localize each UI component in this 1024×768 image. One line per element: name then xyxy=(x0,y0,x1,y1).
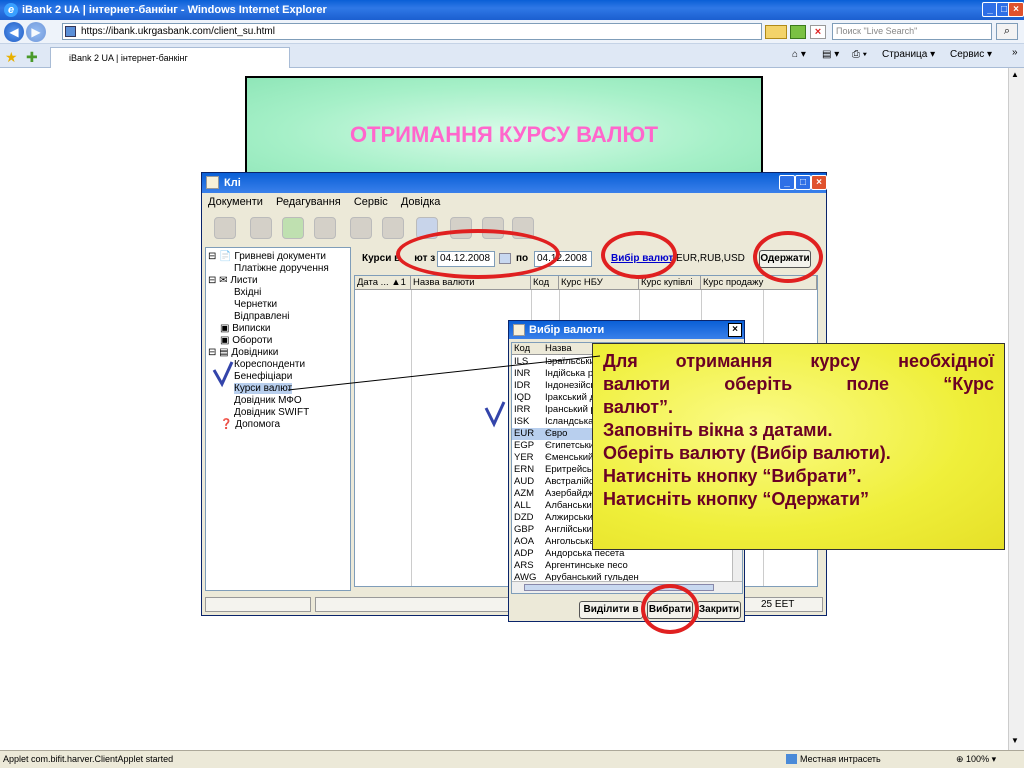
menu-edit[interactable]: Редагування xyxy=(276,196,341,208)
tree-item-exchange-rates[interactable]: Курси валют xyxy=(234,383,293,394)
close-button[interactable]: × xyxy=(1008,2,1024,17)
page-icon xyxy=(65,26,76,37)
app-minimize-button[interactable]: _ xyxy=(779,175,795,190)
tree-item-payment-order[interactable]: Платіжне доручення xyxy=(234,263,329,274)
highlight-ring-dates xyxy=(396,229,560,279)
page-menu[interactable]: Страница ▾ xyxy=(882,49,935,60)
tab-ibank[interactable]: iBank 2 UA | інтернет-банкінг xyxy=(50,47,290,68)
selected-currencies: EUR,RUB,USD xyxy=(676,253,745,264)
highlight-ring-choose-currency xyxy=(601,231,677,279)
zoom-control[interactable]: ⊕ 100% ▾ xyxy=(956,751,996,767)
search-icon[interactable]: ⌕ xyxy=(996,23,1018,40)
service-menu[interactable]: Сервис ▾ xyxy=(950,49,992,60)
list-item[interactable]: ARS Аргентинське песо xyxy=(512,560,732,572)
add-favorite-icon[interactable]: ✚ xyxy=(26,49,38,66)
dialog-close-icon[interactable]: × xyxy=(728,323,742,337)
callout-line: Заповніть вікна з датами. xyxy=(603,420,833,440)
tree-item-letters[interactable]: ⊟ ✉ Листи xyxy=(208,275,258,286)
callout-line: Для отримання курсу необхідної xyxy=(603,351,994,371)
tree-item-swift[interactable]: Довідник SWIFT xyxy=(234,407,309,418)
lock-icon[interactable] xyxy=(765,25,787,39)
search-input[interactable]: Поиск "Live Search" xyxy=(832,23,992,40)
tree-item-directories[interactable]: ⊟ ▤ Довідники xyxy=(208,347,278,358)
tree-item-sent[interactable]: Відправлені xyxy=(234,311,290,322)
home-icon[interactable]: ⌂ ▾ xyxy=(792,49,806,60)
java-icon xyxy=(206,176,219,189)
sign-icon[interactable] xyxy=(350,217,372,239)
new-doc-icon[interactable] xyxy=(250,217,272,239)
status-time: 25 EET xyxy=(761,599,795,610)
ie-logo-icon: e xyxy=(4,3,18,17)
callout-line: валюти оберіть поле “Курс xyxy=(603,374,994,394)
highlight-ring-get-button xyxy=(753,231,823,283)
list-hscroll[interactable] xyxy=(512,581,742,593)
tree-item-drafts[interactable]: Чернетки xyxy=(234,299,277,310)
col-header-nbu[interactable]: Курс НБУ xyxy=(559,276,639,290)
favorites-star-icon[interactable]: ★ xyxy=(5,49,18,66)
close-button[interactable]: Закрити xyxy=(697,601,741,619)
tree-item-statements[interactable]: ▣ Виписки xyxy=(220,323,270,334)
address-toolbar: ◀ ▶ https://ibank.ukrgasbank.com/client_… xyxy=(0,20,1024,44)
intranet-icon xyxy=(786,754,797,764)
menu-documents[interactable]: Документи xyxy=(208,196,263,208)
address-bar[interactable]: https://ibank.ukrgasbank.com/client_su.h… xyxy=(62,23,762,40)
navigation-tree: ⊟ 📄 Гривневі документи Платіжне дорученн… xyxy=(205,247,351,591)
tree-item-hryvnia-docs[interactable]: ⊟ 📄 Гривневі документи xyxy=(208,251,326,262)
java-icon xyxy=(513,324,525,336)
callout-line: Оберіть валюту (Вибір валюти). xyxy=(603,443,891,463)
app-title-bar: Клі _ □ × xyxy=(202,173,827,193)
copy-icon[interactable] xyxy=(382,217,404,239)
dialog-title-bar: Вибір валюти × xyxy=(509,321,744,339)
vertical-scrollbar[interactable]: ▲ ▼ xyxy=(1008,68,1024,750)
status-cell xyxy=(205,597,311,612)
browser-title-bar: e iBank 2 UA | інтернет-банкінг - Window… xyxy=(0,0,1024,20)
tree-item-help[interactable]: ❓ Допомога xyxy=(220,419,280,430)
callout-line: валют”. xyxy=(603,397,674,417)
scroll-down-icon[interactable]: ▼ xyxy=(1011,736,1019,745)
zone-label: Местная интрасеть xyxy=(800,754,881,764)
tree-item-turnovers[interactable]: ▣ Обороти xyxy=(220,335,272,346)
callout-line: Натисніть кнопку “Вибрати”. xyxy=(603,466,862,486)
app-maximize-button[interactable]: □ xyxy=(795,175,811,190)
browser-title: iBank 2 UA | інтернет-банкінг - Windows … xyxy=(22,4,327,16)
scroll-up-icon[interactable]: ▲ xyxy=(1011,70,1019,79)
feeds-icon[interactable]: ▤ ▾ xyxy=(822,49,839,60)
delete-icon[interactable] xyxy=(314,217,336,239)
slide-title: ОТРИМАННЯ КУРСУ ВАЛЮТ xyxy=(349,122,659,147)
menu-help[interactable]: Довідка xyxy=(401,196,441,208)
refresh-doc-icon[interactable] xyxy=(282,217,304,239)
back-icon[interactable]: ◀ xyxy=(4,22,24,42)
tree-item-beneficiaries[interactable]: Бенефіціари xyxy=(234,371,292,382)
instruction-callout: Для отримання курсу необхідної валюти об… xyxy=(592,343,1005,550)
edit-icon[interactable] xyxy=(214,217,236,239)
status-text: Applet com.bifit.harver.ClientApplet sta… xyxy=(3,754,174,764)
forward-icon[interactable]: ▶ xyxy=(26,22,46,42)
tab-bar: ★ ✚ iBank 2 UA | інтернет-банкінг ⌂ ▾ ▤ … xyxy=(0,44,1024,68)
col-divider xyxy=(411,290,412,586)
highlight-ring-choose-button xyxy=(641,584,699,634)
col-header-date[interactable]: Дата ... ▲1 xyxy=(355,276,411,290)
app-close-button[interactable]: × xyxy=(811,175,827,190)
app-menu-bar: Документи Редагування Сервіс Довідка xyxy=(202,194,826,210)
chevron-more-icon[interactable]: » xyxy=(1012,47,1018,58)
select-all-button[interactable]: Виділити в xyxy=(579,601,643,619)
print-icon[interactable]: ⎙ ▾ xyxy=(852,49,867,60)
browser-status-bar: Applet com.bifit.harver.ClientApplet sta… xyxy=(0,750,1024,768)
tree-item-inbox[interactable]: Вхідні xyxy=(234,287,261,298)
tree-item-mfo[interactable]: Довідник МФО xyxy=(234,395,302,406)
refresh-icon[interactable] xyxy=(790,25,806,39)
stop-icon[interactable]: × xyxy=(810,25,826,39)
tree-item-correspondents[interactable]: Кореспонденти xyxy=(234,359,305,370)
callout-line: Натисніть кнопку “Одержати” xyxy=(603,489,870,509)
menu-service[interactable]: Сервіс xyxy=(354,196,388,208)
col-header-code[interactable]: Код xyxy=(531,276,559,290)
